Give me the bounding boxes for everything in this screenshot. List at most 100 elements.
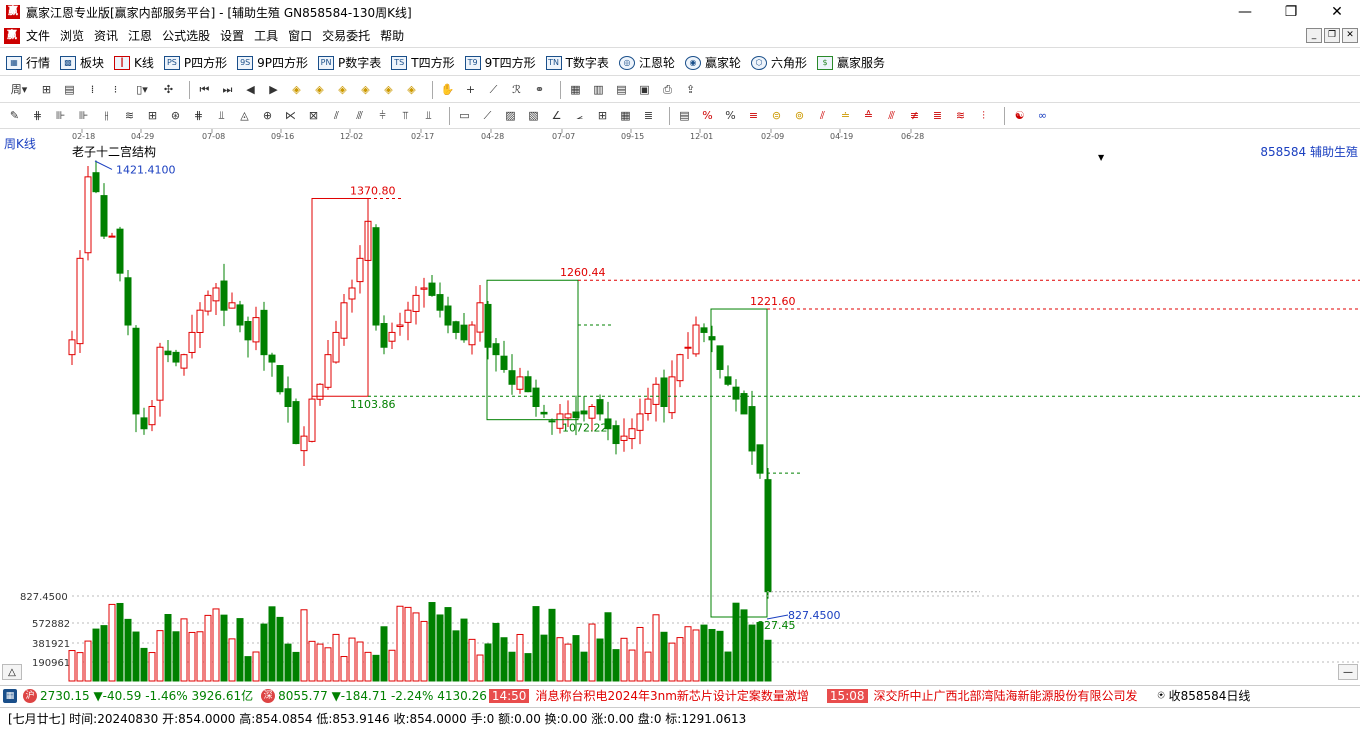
t-square-button[interactable]: TS T四方形 <box>391 54 455 71</box>
draw9-icon[interactable]: ⫫ <box>213 107 230 124</box>
stat6-icon[interactable]: ⫽ <box>814 107 831 124</box>
infinity-icon[interactable]: ∞ <box>1034 107 1051 124</box>
scroll-up-icon[interactable]: △ <box>2 664 22 680</box>
winner-service-button[interactable]: $ 赢家服务 <box>816 54 885 71</box>
print-icon[interactable]: ⎙ <box>659 81 676 98</box>
calendar-icon[interactable]: ▦ <box>567 81 584 98</box>
close-button[interactable]: ✕ <box>1314 0 1360 24</box>
stat10-icon[interactable]: ≢ <box>906 107 923 124</box>
formula-icon[interactable]: ℛ <box>508 81 525 98</box>
draw14-icon[interactable]: ⫽ <box>328 107 345 124</box>
draw3-icon[interactable]: ⊪ <box>75 107 92 124</box>
menu-browse[interactable]: 浏览 <box>58 27 92 44</box>
plus-icon[interactable]: + <box>462 81 479 98</box>
link-icon[interactable]: ⚭ <box>531 81 548 98</box>
menu-info[interactable]: 资讯 <box>92 27 126 44</box>
angle-icon[interactable]: ∠ <box>548 107 565 124</box>
stat4-icon[interactable]: ⊜ <box>768 107 785 124</box>
news2-text[interactable]: 深交所中止广西北部湾陆海新能源股份有限公司发 <box>874 687 1138 704</box>
bars-icon[interactable]: ⁞ <box>84 81 101 98</box>
diamond1-icon[interactable]: ◈ <box>288 81 305 98</box>
last-icon[interactable]: ⏭ <box>219 81 236 98</box>
kline-chart[interactable]: 02-18 04-29 07-08 09-16 12-02 02-17 04-28 07-07… <box>0 129 1360 685</box>
scroll-right-icon[interactable]: — <box>1338 664 1358 680</box>
menu-file[interactable]: 文件 <box>24 27 58 44</box>
kline-button[interactable]: ┃ K线 <box>114 54 154 71</box>
draw5-icon[interactable]: ≋ <box>121 107 138 124</box>
draw16-icon[interactable]: ⫩ <box>374 107 391 124</box>
pen-icon[interactable]: ✎ <box>6 107 23 124</box>
p-square-button[interactable]: PS P四方形 <box>163 54 227 71</box>
chart-style-icon[interactable]: ⊞ <box>38 81 55 98</box>
save-icon[interactable]: ▣ <box>636 81 653 98</box>
grid-small-icon[interactable]: ⊞ <box>594 107 611 124</box>
p-number-button[interactable]: PN P数字表 <box>318 54 381 71</box>
draw18-icon[interactable]: ⫫ <box>420 107 437 124</box>
diamond4-icon[interactable]: ◈ <box>357 81 374 98</box>
next-icon[interactable]: ▶ <box>265 81 282 98</box>
mdi-close-button[interactable]: ✕ <box>1342 28 1358 43</box>
chart-dropdown-icon[interactable]: ▼ <box>1098 153 1104 162</box>
draw10-icon[interactable]: ◬ <box>236 107 253 124</box>
draw2-icon[interactable]: ⊪ <box>52 107 69 124</box>
mdi-minimize-button[interactable]: _ <box>1306 28 1322 43</box>
draw7-icon[interactable]: ⊛ <box>167 107 184 124</box>
news1-text[interactable]: 消息称台积电2024年3nm新芯片设计定案数量激增 <box>535 687 808 704</box>
line-icon[interactable]: ⟋ <box>485 81 502 98</box>
diamond6-icon[interactable]: ◈ <box>403 81 420 98</box>
gann-wheel-button[interactable]: ◎ 江恩轮 <box>618 54 675 71</box>
menu-formula[interactable]: 公式选股 <box>160 27 218 44</box>
draw15-icon[interactable]: ⫻ <box>351 107 368 124</box>
9p-square-button[interactable]: 9S 9P四方形 <box>237 54 308 71</box>
book-icon[interactable]: ▤ <box>613 81 630 98</box>
week-period-dropdown[interactable]: 周▾ <box>6 81 32 98</box>
stat13-icon[interactable]: ⫶ <box>975 107 992 124</box>
draw13-icon[interactable]: ⊠ <box>305 107 322 124</box>
mdi-restore-button[interactable]: ❐ <box>1324 28 1340 43</box>
maximize-button[interactable]: ❐ <box>1268 0 1314 24</box>
menu-window[interactable]: 窗口 <box>286 27 320 44</box>
draw8-icon[interactable]: ⋕ <box>190 107 207 124</box>
bell-icon[interactable]: ⍟ <box>1158 688 1165 703</box>
rect-icon[interactable]: ▭ <box>456 107 473 124</box>
menu-gann[interactable]: 江恩 <box>126 27 160 44</box>
menu-settings[interactable]: 设置 <box>218 27 252 44</box>
hatch-icon[interactable]: ▨ <box>502 107 519 124</box>
draw4-icon[interactable]: ⫲ <box>98 107 115 124</box>
cross-icon[interactable]: ✣ <box>160 81 177 98</box>
menu-tools[interactable]: 工具 <box>252 27 286 44</box>
stat9-icon[interactable]: ⫻ <box>883 107 900 124</box>
quotes-button[interactable]: ▦ 行情 <box>6 54 50 71</box>
menu-trade[interactable]: 交易委托 <box>320 27 378 44</box>
winner-wheel-button[interactable]: ◉ 赢家轮 <box>684 54 741 71</box>
stat11-icon[interactable]: ≣ <box>929 107 946 124</box>
percent-icon[interactable]: % <box>722 107 739 124</box>
hexagon-button[interactable]: ⬡ 六角形 <box>750 54 807 71</box>
table-icon[interactable]: ▥ <box>590 81 607 98</box>
sectors-button[interactable]: ▩ 板块 <box>60 54 104 71</box>
hatch2-icon[interactable]: ▧ <box>525 107 542 124</box>
draw17-icon[interactable]: ⫪ <box>397 107 414 124</box>
stat1-icon[interactable]: ▤ <box>676 107 693 124</box>
fan-icon[interactable]: ⟋ <box>479 107 496 124</box>
grid-big-icon[interactable]: ▦ <box>617 107 634 124</box>
draw11-icon[interactable]: ⊕ <box>259 107 276 124</box>
angle2-icon[interactable]: ⦟ <box>571 107 588 124</box>
stat7-icon[interactable]: ≐ <box>837 107 854 124</box>
candle-icon[interactable]: ▯▾ <box>130 81 154 98</box>
9t-square-button[interactable]: T9 9T四方形 <box>464 54 536 71</box>
bars2-icon[interactable]: ⁝ <box>107 81 124 98</box>
hand-icon[interactable]: ✋ <box>439 81 456 98</box>
stat8-icon[interactable]: ≙ <box>860 107 877 124</box>
lines-icon[interactable]: ≣ <box>640 107 657 124</box>
prev-icon[interactable]: ◀ <box>242 81 259 98</box>
yinyang-icon[interactable]: ☯ <box>1011 107 1028 124</box>
stat5-icon[interactable]: ⊚ <box>791 107 808 124</box>
stat2-icon[interactable]: % <box>699 107 716 124</box>
diamond5-icon[interactable]: ◈ <box>380 81 397 98</box>
draw12-icon[interactable]: ⋉ <box>282 107 299 124</box>
index-grid-icon[interactable]: ▦ <box>3 688 17 703</box>
menu-help[interactable]: 帮助 <box>378 27 412 44</box>
page-icon[interactable]: ▤ <box>61 81 78 98</box>
first-icon[interactable]: ⏮ <box>196 81 213 98</box>
